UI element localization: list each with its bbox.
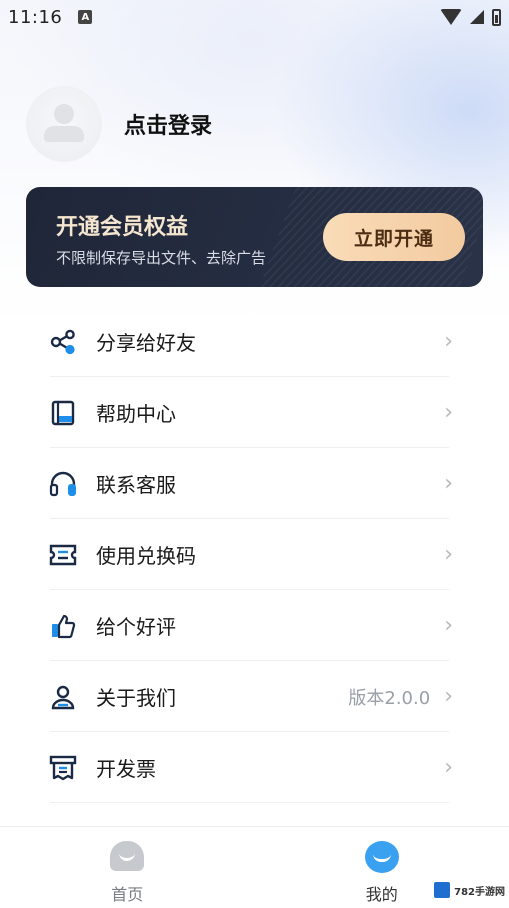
menu-item-redeem-code[interactable]: 使用兑换码 › (30, 519, 479, 590)
menu-item-label: 帮助中心 (96, 402, 176, 426)
menu-item-label: 开发票 (96, 757, 156, 781)
headphones-icon (48, 469, 78, 499)
vip-banner[interactable]: 开通会员权益 不限制保存导出文件、去除广告 立即开通 (26, 187, 483, 287)
menu-item-rate[interactable]: 给个好评 › (30, 590, 479, 661)
menu-item-label: 分享给好友 (96, 331, 196, 355)
menu-item-about[interactable]: 关于我们 版本2.0.0 › (30, 661, 479, 732)
menu-item-label: 给个好评 (96, 615, 176, 639)
signal-icon (470, 10, 484, 24)
login-link[interactable]: 点击登录 (124, 108, 212, 140)
share-icon (48, 327, 78, 357)
person-icon (48, 682, 78, 712)
menu-item-label: 使用兑换码 (96, 544, 196, 568)
chevron-right-icon: › (444, 542, 453, 567)
chevron-right-icon: › (444, 471, 453, 496)
wifi-icon (440, 9, 462, 25)
thumbs-up-icon (48, 611, 78, 641)
home-icon (110, 841, 145, 873)
menu-item-support[interactable]: 联系客服 › (30, 448, 479, 519)
vip-title: 开通会员权益 (56, 215, 189, 240)
notification-icon: A (78, 10, 93, 24)
avatar[interactable] (26, 86, 102, 162)
menu-item-label: 联系客服 (96, 473, 176, 497)
ticket-icon (48, 540, 78, 570)
chevron-right-icon: › (444, 400, 453, 425)
tab-label: 我的 (365, 885, 398, 904)
chevron-right-icon: › (444, 755, 453, 780)
chevron-right-icon: › (444, 613, 453, 638)
settings-menu: 分享给好友 › 帮助中心 › 联系客服 › 使用兑换码 › 给个好评 › 关于我… (30, 306, 479, 803)
watermark-logo (434, 882, 451, 898)
tab-label: 首页 (111, 885, 144, 904)
menu-item-invoice[interactable]: 开发票 › (30, 732, 479, 803)
book-icon (48, 398, 78, 428)
battery-icon (492, 8, 501, 26)
profile-icon (364, 841, 399, 873)
status-indicators (440, 8, 501, 26)
invoice-icon (48, 753, 78, 783)
version-text: 版本2.0.0 (348, 687, 431, 709)
tab-home[interactable]: 首页 (0, 827, 255, 908)
watermark: 782手游网 (434, 882, 505, 898)
chevron-right-icon: › (444, 684, 453, 709)
status-time: 11:16 (8, 6, 63, 28)
login-profile[interactable]: 点击登录 (26, 86, 212, 162)
watermark-text: 782手游网 (454, 886, 505, 898)
menu-item-help[interactable]: 帮助中心 › (30, 377, 479, 448)
status-bar: 11:16 A (0, 0, 509, 34)
bottom-tab-bar: 首页 我的 (0, 826, 509, 908)
menu-item-share[interactable]: 分享给好友 › (30, 306, 479, 377)
open-vip-button[interactable]: 立即开通 (323, 213, 465, 261)
menu-item-label: 关于我们 (96, 686, 176, 710)
vip-subtitle: 不限制保存导出文件、去除广告 (56, 249, 267, 267)
chevron-right-icon: › (444, 329, 453, 354)
divider (50, 802, 449, 803)
